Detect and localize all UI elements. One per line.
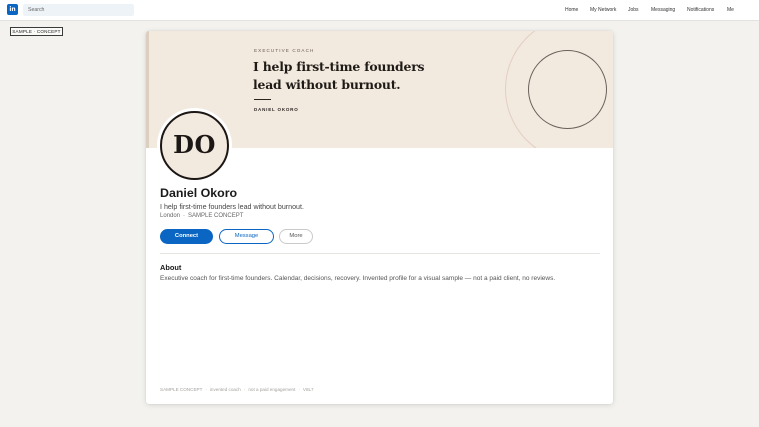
footer-item: SAMPLE CONCEPT [160,387,203,392]
nav-home[interactable]: Home [565,0,578,21]
nav-my-network[interactable]: My Network [590,0,616,21]
nav-jobs[interactable]: Jobs [628,0,639,21]
banner-headline-line-1: I help first-time founders [253,59,425,74]
profile-meta-note: SAMPLE CONCEPT [188,213,244,219]
section-divider [160,253,600,254]
profile-card: EXECUTIVE COACH I help first-time founde… [146,31,613,404]
about-heading: About [160,263,182,272]
search-input[interactable] [23,4,134,16]
nav-messaging[interactable]: Messaging [651,0,675,21]
linkedin-logo-icon[interactable]: in [7,4,18,15]
meta-separator: · [183,213,186,219]
banner-headline-line-2: lead without burnout. [253,77,401,92]
nav-notifications[interactable]: Notifications [687,0,714,21]
message-button[interactable]: Message [219,229,274,244]
footer-item: invented coach [209,387,241,392]
nav-me[interactable]: Me [727,0,734,21]
footer-separator: · [298,387,300,392]
footer-separator: · [205,387,207,392]
sample-concept-tag: SAMPLE · CONCEPT [10,27,63,36]
footer-separator: · [243,387,246,392]
top-navigation-bar: in Home My Network Jobs Messaging Notifi… [0,0,759,21]
footer-item: V8L7 [302,387,314,392]
profile-meta: London · SAMPLE CONCEPT [160,213,243,219]
banner-eyebrow: EXECUTIVE COACH [254,48,315,53]
banner-name: DANIEL OKORO [254,107,299,112]
more-button[interactable]: More [279,229,313,244]
profile-location: London [160,213,181,219]
avatar[interactable]: DO [160,111,229,180]
card-footer: SAMPLE CONCEPT · invented coach · not a paid… [160,387,314,392]
about-body: Executive coach for first-time founders.… [160,275,556,282]
banner-rule [254,99,271,100]
connect-button[interactable]: Connect [160,229,213,244]
footer-item: not a paid engagement [248,387,296,392]
profile-name: Daniel Okoro [160,186,238,200]
profile-tagline: I help first-time founders lead without … [160,203,304,211]
banner-headline: I help first-time founders lead without … [253,58,453,94]
decorative-ring-inner [528,50,607,129]
